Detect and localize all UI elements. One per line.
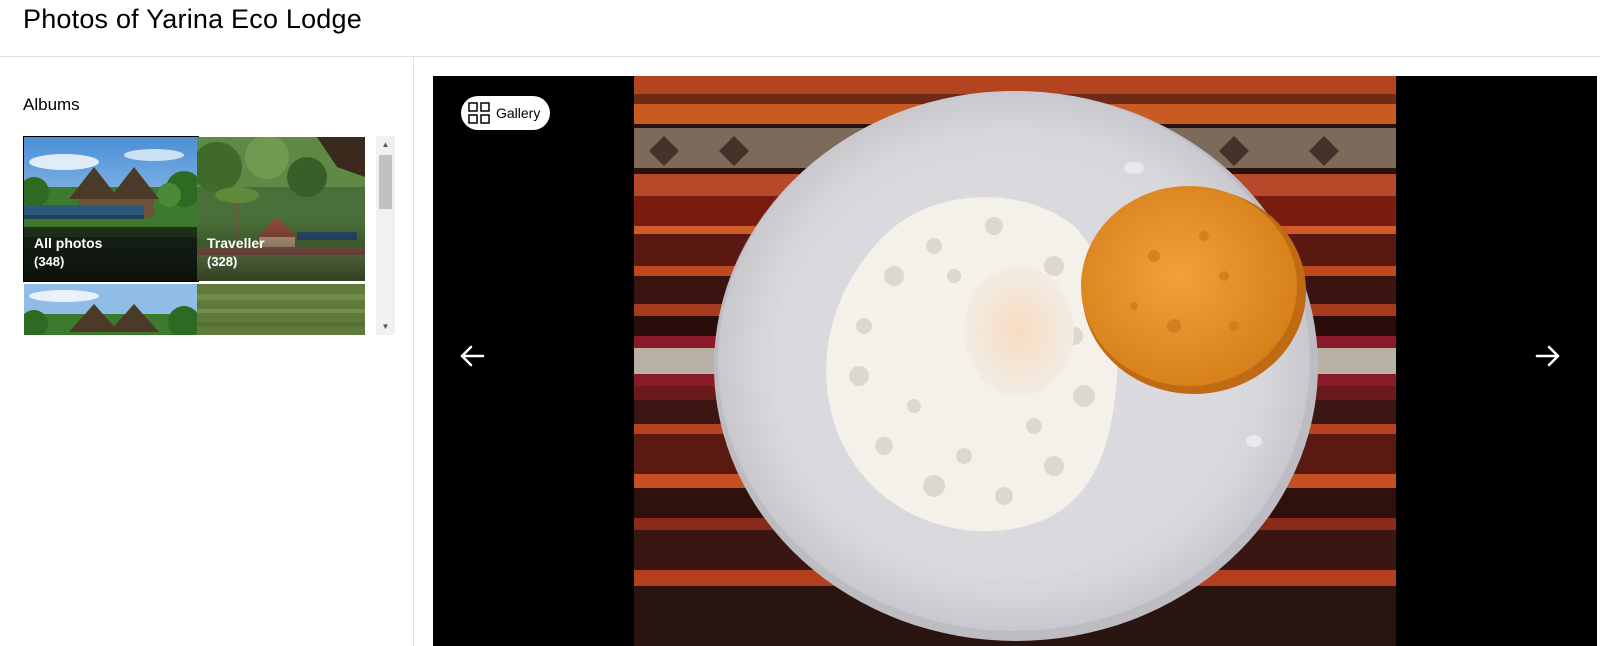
gallery-label: Gallery bbox=[496, 105, 541, 121]
albums-sidebar: Albums All photos (348) Traveller (328) … bbox=[0, 57, 414, 646]
scroll-down-icon[interactable]: ▼ bbox=[376, 318, 395, 335]
album-tile-traveller[interactable]: Traveller (328) bbox=[197, 137, 365, 281]
album-label: All photos bbox=[34, 235, 103, 251]
page-title: Photos of Yarina Eco Lodge bbox=[23, 4, 362, 34]
gallery-button[interactable]: Gallery bbox=[461, 96, 551, 130]
previous-photo-button[interactable] bbox=[454, 338, 490, 374]
page-header: Photos of Yarina Eco Lodge bbox=[0, 0, 1600, 57]
arrow-right-icon bbox=[1535, 345, 1560, 367]
albums-heading: Albums bbox=[23, 95, 80, 114]
main-photo bbox=[634, 76, 1396, 646]
scroll-up-icon[interactable]: ▲ bbox=[376, 136, 395, 153]
tile-shade bbox=[197, 221, 365, 281]
next-photo-button[interactable] bbox=[1530, 338, 1566, 374]
photo-viewer: Gallery bbox=[433, 76, 1597, 646]
scrollbar-thumb[interactable] bbox=[379, 155, 392, 209]
album-thumbnail bbox=[24, 284, 198, 335]
grid-icon bbox=[468, 102, 490, 124]
album-count: (348) bbox=[34, 254, 65, 269]
album-count: (328) bbox=[207, 254, 238, 269]
album-tile-4[interactable] bbox=[197, 284, 365, 335]
album-tile-all-photos[interactable]: All photos (348) bbox=[23, 136, 199, 282]
photo-image bbox=[634, 76, 1396, 646]
album-label: Traveller bbox=[207, 235, 265, 251]
tile-shade bbox=[24, 221, 198, 281]
arrow-left-icon bbox=[460, 345, 485, 367]
album-thumbnail bbox=[197, 284, 365, 335]
album-scrollbar[interactable]: ▲ ▼ bbox=[376, 136, 395, 335]
album-grid: All photos (348) Traveller (328) bbox=[23, 136, 375, 335]
album-tile-3[interactable] bbox=[24, 284, 198, 335]
